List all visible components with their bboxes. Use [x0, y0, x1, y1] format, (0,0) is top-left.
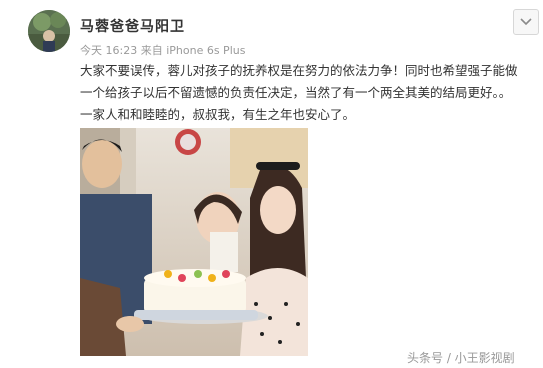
post-time[interactable]: 今天 16:23 [80, 44, 137, 57]
username[interactable]: 马蓉爸爸马阳卫 [80, 16, 185, 36]
weibo-post: 马蓉爸爸马阳卫 今天 16:23 来自 iPhone 6s Plus 大家不要误… [0, 0, 543, 368]
post-text-line: 大家不要误传，蓉儿对孩子的抚养权是在努力的依法力争！同时也希望强子能做 [80, 63, 518, 78]
source-watermark: 头条号 / 小王影视剧 [407, 351, 515, 365]
chevron-down-icon [520, 18, 532, 26]
post-photo[interactable] [80, 128, 308, 356]
post-menu-button[interactable] [513, 9, 539, 35]
source-prefix: 来自 [140, 44, 163, 57]
post-device[interactable]: iPhone 6s Plus [166, 44, 245, 57]
avatar-image [28, 10, 70, 52]
avatar[interactable] [28, 10, 70, 52]
family-photo [80, 128, 308, 356]
post-meta: 今天 16:23 来自 iPhone 6s Plus [80, 42, 245, 58]
post-text-line: 一个给孩子以后不留遗憾的负责任决定，当然了有一个两全其美的结局更好。。 [80, 85, 512, 100]
photo-watermark: @马蓉爸爸马阳卫 [92, 119, 141, 126]
